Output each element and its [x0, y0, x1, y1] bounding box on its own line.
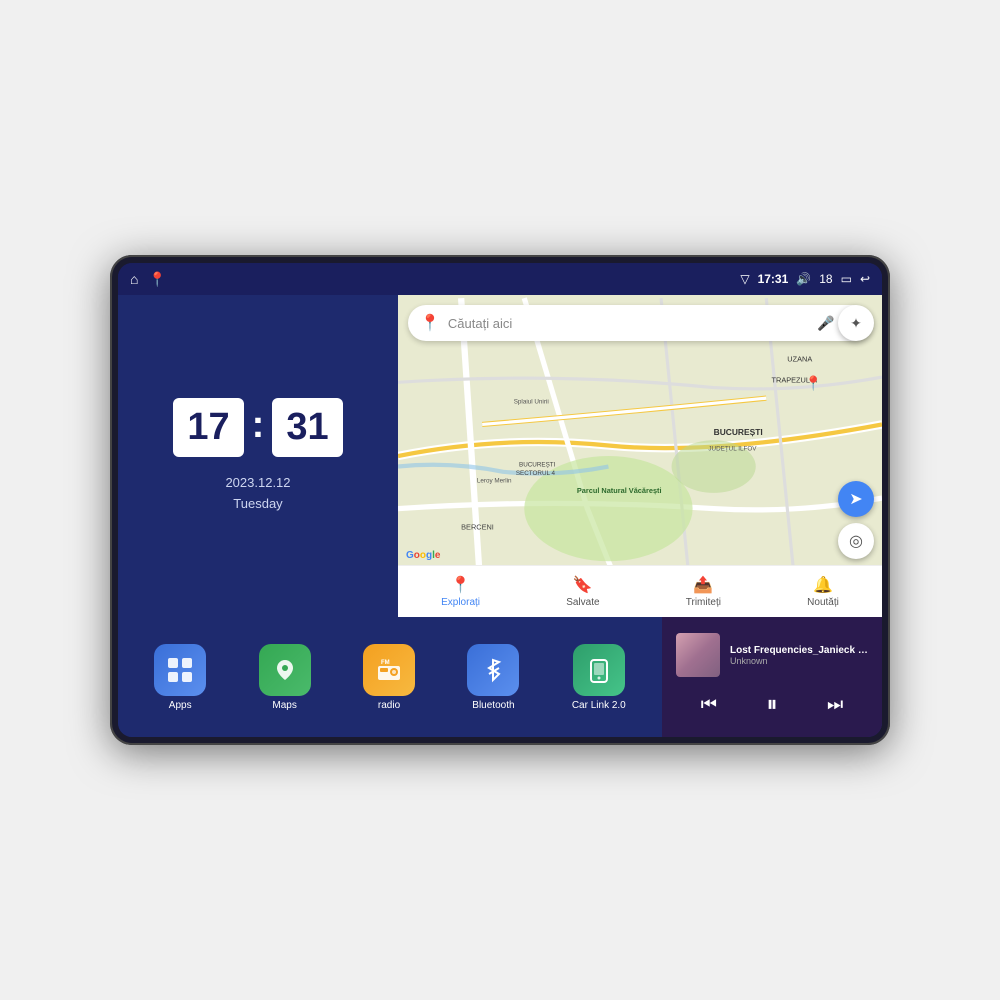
device-screen: ⌂ 📍 ▽ 17:31 🔊 18 ▭ ↩ 17 : 31: [118, 263, 882, 737]
saved-icon: 🔖: [573, 575, 593, 595]
clock-hour: 17: [173, 398, 243, 457]
map-search-text[interactable]: Căutați aici: [448, 316, 809, 331]
map-nav-saved[interactable]: 🔖 Salvate: [566, 575, 599, 608]
svg-text:BERCENI: BERCENI: [461, 523, 494, 532]
send-icon: 📤: [693, 575, 713, 595]
svg-text:SECTORUL 4: SECTORUL 4: [516, 470, 556, 477]
svg-text:JUDEȚUL ILFOV: JUDEȚUL ILFOV: [708, 446, 757, 453]
bluetooth-label: Bluetooth: [472, 700, 514, 711]
music-artist: Unknown: [730, 656, 868, 666]
volume-icon: 🔊: [796, 272, 811, 286]
apps-icon: [154, 644, 206, 696]
status-time: 17:31: [758, 272, 789, 286]
status-bar: ⌂ 📍 ▽ 17:31 🔊 18 ▭ ↩: [118, 263, 882, 295]
clock-display: 17 : 31: [173, 398, 342, 457]
music-thumbnail: [676, 633, 720, 677]
map-pin-icon: 📍: [420, 313, 440, 333]
svg-text:FM: FM: [381, 660, 390, 666]
main-content: 17 : 31 2023.12.12 Tuesday: [118, 295, 882, 737]
music-prev-button[interactable]: ⏮: [697, 690, 721, 719]
map-nav-explore-label: Explorați: [441, 597, 480, 608]
map-nav-news[interactable]: 🔔 Noutăți: [807, 575, 839, 608]
signal-icon: ▽: [740, 272, 749, 286]
clock-colon: :: [252, 404, 265, 447]
clock-minute: 31: [272, 398, 342, 457]
google-logo: Google: [406, 550, 440, 561]
svg-text:BUCUREȘTI: BUCUREȘTI: [714, 427, 763, 437]
svg-text:Parcul Natural Văcărești: Parcul Natural Văcărești: [577, 486, 662, 495]
music-title: Lost Frequencies_Janieck Devy-...: [730, 645, 868, 656]
music-player: Lost Frequencies_Janieck Devy-... Unknow…: [662, 617, 882, 737]
music-info: Lost Frequencies_Janieck Devy-... Unknow…: [730, 645, 868, 666]
app-item-apps[interactable]: Apps: [154, 644, 206, 711]
map-nav-news-label: Noutăți: [807, 597, 839, 608]
apps-label: Apps: [169, 700, 192, 711]
svg-text:Splaiul Unirii: Splaiul Unirii: [514, 398, 549, 405]
music-top: Lost Frequencies_Janieck Devy-... Unknow…: [676, 633, 868, 677]
home-icon[interactable]: ⌂: [130, 271, 138, 287]
bluetooth-icon: [467, 644, 519, 696]
top-section: 17 : 31 2023.12.12 Tuesday: [118, 295, 882, 617]
news-icon: 🔔: [813, 575, 833, 595]
radio-label: radio: [378, 700, 400, 711]
music-play-button[interactable]: ⏸: [762, 687, 781, 721]
apps-dock: Apps Maps: [118, 617, 662, 737]
music-next-button[interactable]: ⏭: [823, 690, 847, 719]
maps-icon: [259, 644, 311, 696]
clock-panel: 17 : 31 2023.12.12 Tuesday: [118, 295, 398, 617]
status-left: ⌂ 📍: [130, 271, 166, 288]
clock-date: 2023.12.12 Tuesday: [225, 473, 290, 515]
map-location-button[interactable]: ◎: [838, 523, 874, 559]
carlink-label: Car Link 2.0: [572, 700, 626, 711]
voice-search-icon[interactable]: 🎤: [817, 315, 834, 332]
explore-icon: 📍: [451, 575, 471, 595]
carlink-icon: [573, 644, 625, 696]
volume-level: 18: [819, 272, 832, 286]
map-red-pin: 📍: [805, 375, 822, 392]
app-item-bluetooth[interactable]: Bluetooth: [467, 644, 519, 711]
map-panel[interactable]: Parcul Natural Văcărești BUCUREȘTI JUDEȚ…: [398, 295, 882, 617]
map-nav-saved-label: Salvate: [566, 597, 599, 608]
map-nav-explore[interactable]: 📍 Explorați: [441, 575, 480, 608]
back-icon[interactable]: ↩: [860, 272, 870, 286]
map-star-button[interactable]: ✦: [838, 305, 874, 341]
map-search-bar[interactable]: 📍 Căutați aici 🎤 👤: [408, 305, 872, 341]
status-right: ▽ 17:31 🔊 18 ▭ ↩: [740, 272, 870, 286]
map-nav-send[interactable]: 📤 Trimiteți: [686, 575, 721, 608]
map-navigate-button[interactable]: ➤: [838, 481, 874, 517]
svg-text:UZANA: UZANA: [787, 354, 812, 363]
map-nav-send-label: Trimiteți: [686, 597, 721, 608]
car-head-unit: ⌂ 📍 ▽ 17:31 🔊 18 ▭ ↩ 17 : 31: [110, 255, 890, 745]
battery-icon: ▭: [841, 272, 852, 286]
app-item-radio[interactable]: FM radio: [363, 644, 415, 711]
maps-label: Maps: [272, 700, 296, 711]
maps-nav-icon[interactable]: 📍: [148, 271, 165, 288]
map-bottom-nav: 📍 Explorați 🔖 Salvate 📤 Trimiteți �: [398, 565, 882, 617]
svg-text:Leroy Merlin: Leroy Merlin: [477, 477, 512, 484]
app-item-carlink[interactable]: Car Link 2.0: [572, 644, 626, 711]
radio-icon: FM: [363, 644, 415, 696]
app-item-maps[interactable]: Maps: [259, 644, 311, 711]
bottom-section: Apps Maps: [118, 617, 882, 737]
music-controls: ⏮ ⏸ ⏭: [676, 687, 868, 721]
svg-text:BUCUREȘTI: BUCUREȘTI: [519, 462, 556, 469]
